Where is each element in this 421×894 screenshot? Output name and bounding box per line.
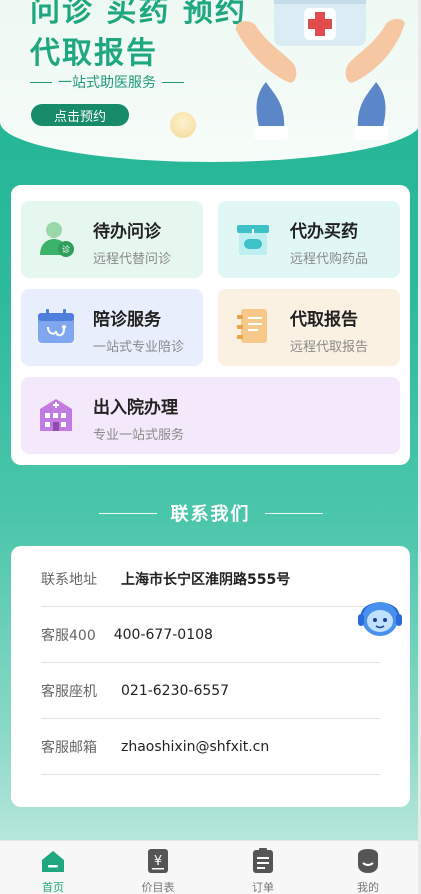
contact-label: 客服座机 (41, 683, 97, 700)
service-desc: 远程代购药品 (290, 252, 369, 267)
service-title: 代取报告 (290, 310, 358, 330)
contact-value[interactable]: zhaoshixin@shfxit.cn (121, 739, 269, 755)
service-admission-discharge[interactable]: 出入院办理 专业一站式服务 (21, 377, 400, 454)
service-remote-consultation[interactable]: 诊 待办问诊 远程代替问诊 (21, 201, 203, 278)
tab-label: 我的 (357, 881, 379, 894)
svg-text:¥: ¥ (154, 854, 162, 869)
hands-holding-medkit-illustration (235, 0, 405, 140)
service-desc: 远程代替问诊 (93, 252, 172, 267)
banner-subtitle-text: 一站式助医服务 (58, 75, 156, 91)
contact-row-email[interactable]: 客服邮箱 zhaoshixin@shfxit.cn (41, 719, 380, 775)
tab-price-list[interactable]: ¥ 价目表 (122, 841, 192, 894)
service-title: 代办买药 (290, 222, 358, 242)
contact-section-header: 联系我们 (0, 498, 421, 528)
service-desc: 专业一站式服务 (93, 428, 185, 443)
contact-label: 联系地址 (41, 571, 97, 588)
contact-value: 上海市长宁区淮阴路555号 (121, 571, 291, 588)
home-icon (42, 851, 64, 872)
doctor-consult-icon: 诊 (40, 222, 74, 257)
service-title: 待办问诊 (93, 222, 161, 242)
tab-home[interactable]: 首页 (17, 841, 87, 894)
service-buy-medicine[interactable]: 代办买药 远程代购药品 (218, 201, 400, 278)
price-list-icon: ¥ (148, 849, 168, 873)
service-title: 陪诊服务 (93, 310, 161, 330)
sun-decoration (170, 112, 196, 138)
service-desc: 一站式专业陪诊 (93, 340, 185, 355)
contact-card: 联系地址 上海市长宁区淮阴路555号 客服400 400-677-0108 客服… (11, 546, 410, 807)
order-icon (253, 848, 273, 873)
tab-orders[interactable]: 订单 (227, 841, 297, 894)
header-left-line (98, 512, 157, 514)
tab-label: 价目表 (141, 881, 175, 894)
service-escort[interactable]: 陪诊服务 一站式专业陪诊 (21, 289, 203, 366)
header-right-line (264, 512, 323, 514)
contact-label: 客服400 (41, 627, 96, 644)
tab-label: 首页 (42, 881, 64, 894)
book-now-button[interactable]: 点击预约 (31, 104, 129, 126)
service-title: 出入院办理 (93, 398, 178, 418)
pharmacy-icon (237, 225, 269, 255)
bottom-tab-bar: 首页 ¥ 价目表 订单 我的 (0, 840, 421, 894)
service-fetch-report[interactable]: 代取报告 远程代取报告 (218, 289, 400, 366)
service-desc: 远程代取报告 (290, 340, 369, 355)
contact-row-hotline[interactable]: 客服400 400-677-0108 (41, 607, 380, 663)
app-page: 问诊 买药 预约 代取报告 一站式助医服务 点击预约 诊 待办问诊 远程代替问诊… (0, 0, 421, 894)
calendar-stethoscope-icon (38, 309, 74, 343)
banner-title-line2: 代取报告 (30, 36, 158, 71)
customer-service-bot-icon[interactable] (354, 592, 406, 642)
contact-value[interactable]: 021-6230-6557 (121, 683, 229, 699)
services-card: 诊 待办问诊 远程代替问诊 代办买药 远程代购药品 陪诊服务 一站式专业陪诊 代… (11, 185, 410, 465)
contact-label: 客服邮箱 (41, 739, 97, 756)
banner-subtitle: 一站式助医服务 (30, 72, 184, 92)
report-icon (237, 309, 267, 343)
contact-row-landline[interactable]: 客服座机 021-6230-6557 (41, 663, 380, 719)
contact-section-title: 联系我们 (170, 504, 251, 525)
subtitle-left-dash (30, 81, 52, 83)
hospital-icon (40, 399, 72, 431)
contact-value[interactable]: 400-677-0108 (114, 627, 213, 643)
tab-profile[interactable]: 我的 (332, 841, 402, 894)
contact-row-address: 联系地址 上海市长宁区淮阴路555号 (41, 551, 380, 607)
banner-title-line1: 问诊 买药 预约 (30, 0, 247, 29)
subtitle-right-dash (162, 81, 184, 83)
tab-label: 订单 (252, 881, 274, 894)
profile-icon (358, 849, 378, 873)
svg-text:诊: 诊 (62, 244, 70, 254)
hero-banner: 问诊 买药 预约 代取报告 一站式助医服务 点击预约 (0, 0, 421, 162)
